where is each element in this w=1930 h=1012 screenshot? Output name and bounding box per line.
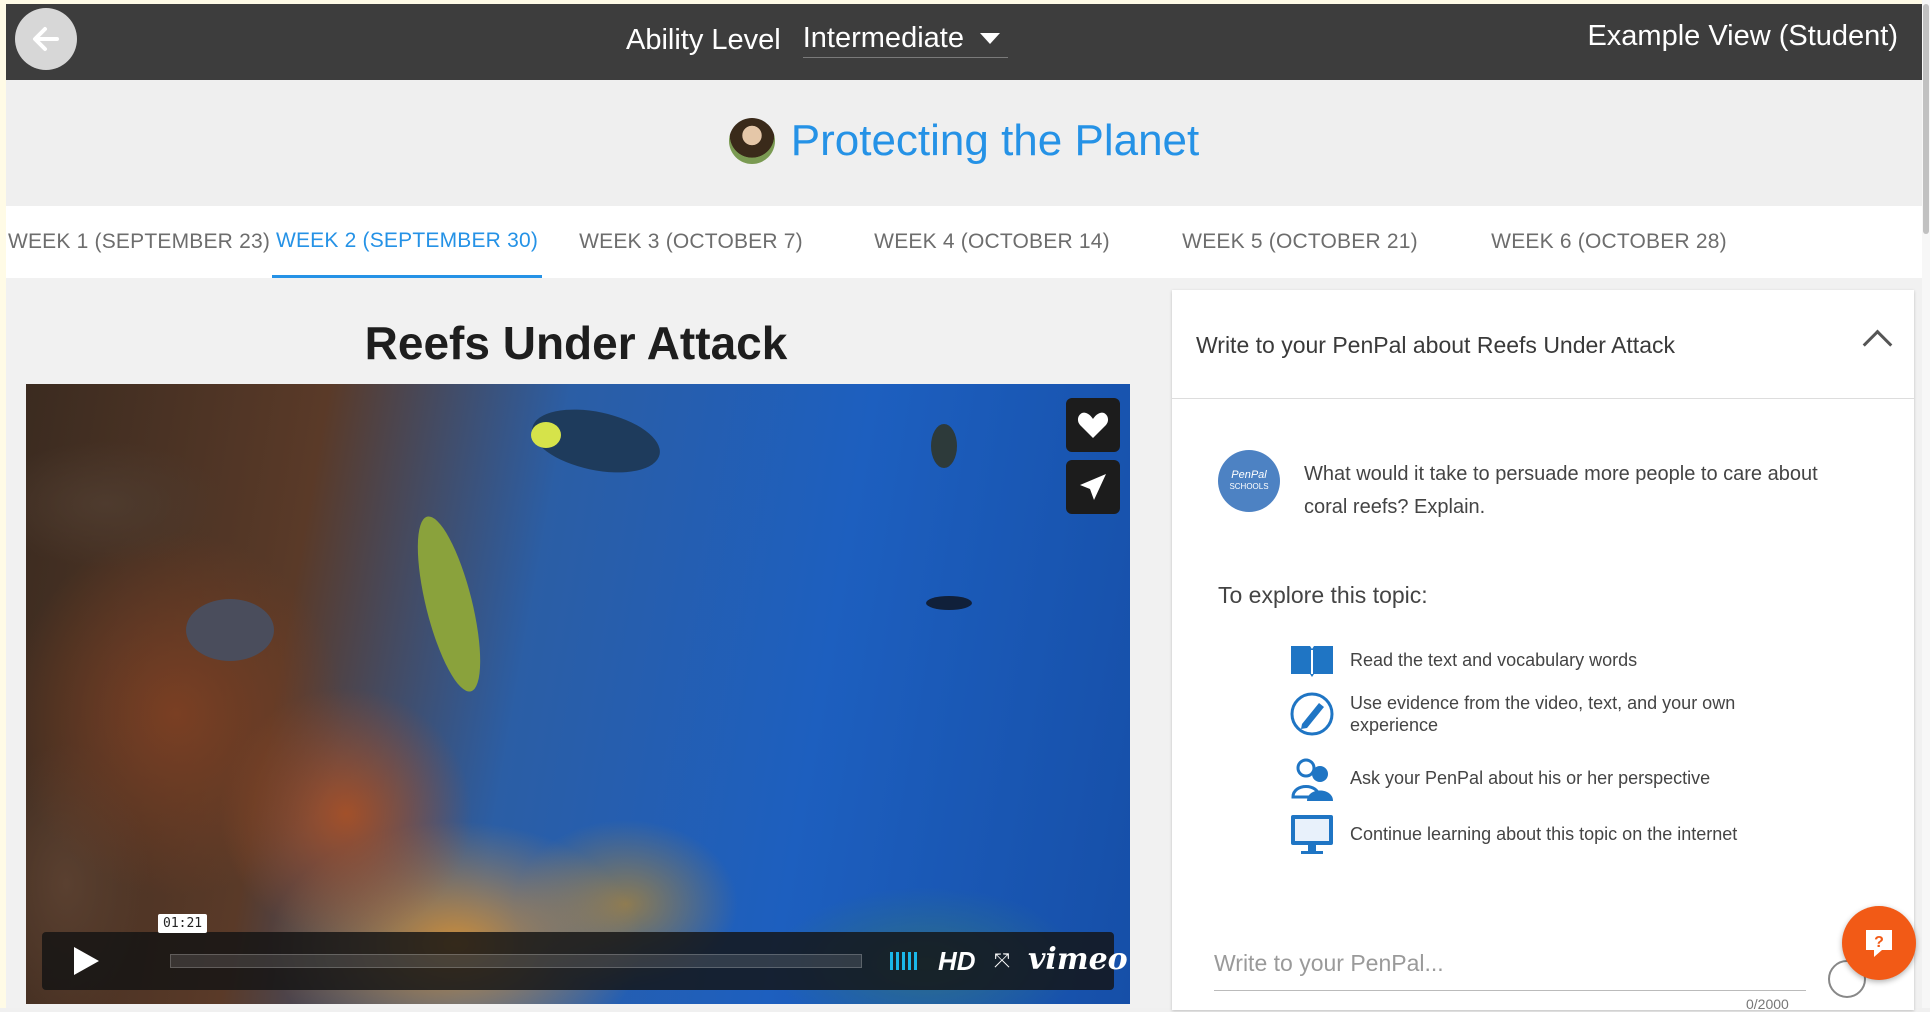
fish xyxy=(931,424,957,468)
book-icon xyxy=(1288,636,1336,684)
step-item: Read the text and vocabulary words xyxy=(1288,636,1790,684)
play-button[interactable] xyxy=(48,936,124,986)
people-icon xyxy=(1288,754,1336,802)
tab-week-6[interactable]: WEEK 6 (OCTOBER 28) xyxy=(1456,206,1762,278)
back-button[interactable] xyxy=(15,8,77,70)
fullscreen-icon[interactable]: ⤧ xyxy=(994,950,1010,973)
ability-level-select[interactable]: Intermediate xyxy=(802,22,1008,58)
penpal-prompt: What would it take to persuade more peop… xyxy=(1304,463,1818,518)
scrollbar[interactable] xyxy=(1922,0,1930,1008)
course-header: Protecting the Planet xyxy=(6,80,1922,206)
like-button[interactable] xyxy=(1066,398,1120,452)
ability-level: Ability Level Intermediate xyxy=(626,22,1008,58)
progress-bar[interactable] xyxy=(170,954,862,968)
share-button[interactable] xyxy=(1066,460,1120,514)
fish xyxy=(926,596,972,610)
volume-bar xyxy=(890,952,893,970)
page: Ability Level Intermediate Example View … xyxy=(0,0,1930,1012)
ability-level-value: Intermediate xyxy=(802,22,964,54)
lesson-title: Reefs Under Attack xyxy=(364,317,788,369)
ability-level-label: Ability Level xyxy=(626,23,781,56)
step-text: Ask your PenPal about his or her perspec… xyxy=(1350,768,1711,788)
step-text: Continue learning about this topic on th… xyxy=(1350,824,1738,844)
tab-week-5[interactable]: WEEK 5 (OCTOBER 21) xyxy=(1144,206,1456,278)
send-icon xyxy=(1080,474,1106,500)
tab-week-4[interactable]: WEEK 4 (OCTOBER 14) xyxy=(840,206,1144,278)
volume-bar xyxy=(896,952,899,970)
hd-button[interactable]: HD xyxy=(938,946,976,977)
help-button[interactable]: ? xyxy=(1842,906,1916,980)
example-view-label: Example View (Student) xyxy=(1587,20,1898,52)
svg-text:?: ? xyxy=(1874,934,1884,951)
penpal-panel-title: Write to your PenPal about Reefs Under A… xyxy=(1196,332,1675,358)
fish-fin xyxy=(531,422,561,448)
tab-week-3[interactable]: WEEK 3 (OCTOBER 7) xyxy=(542,206,840,278)
course-title-row: Protecting the Planet xyxy=(6,116,1922,166)
arrow-left-icon xyxy=(33,27,59,51)
step-text: Read the text and vocabulary words xyxy=(1350,650,1638,670)
volume-bar xyxy=(914,952,917,970)
week-tabs: WEEK 1 (SEPTEMBER 23) WEEK 2 (SEPTEMBER … xyxy=(6,206,1922,279)
time-display: 01:21 xyxy=(158,914,208,933)
tab-week-2[interactable]: WEEK 2 (SEPTEMBER 30) xyxy=(272,206,542,278)
step-item: Use evidence from the video, text, and y… xyxy=(1288,690,1790,738)
caret-down-icon xyxy=(979,33,1000,44)
heart-icon xyxy=(1077,412,1109,438)
pencil-icon xyxy=(1288,690,1336,738)
penpal-logo-line2: SCHOOLS xyxy=(1229,482,1269,491)
step-item: Continue learning about this topic on th… xyxy=(1288,810,1790,858)
help-icon: ? xyxy=(1866,930,1892,957)
fish xyxy=(404,511,494,697)
fish xyxy=(186,599,274,661)
volume-control[interactable] xyxy=(890,952,917,970)
scrollbar-thumb[interactable] xyxy=(1923,4,1929,234)
explore-label: To explore this topic: xyxy=(1218,582,1428,608)
chevron-up-icon[interactable] xyxy=(1862,329,1893,360)
step-item: Ask your PenPal about his or her perspec… xyxy=(1288,754,1790,802)
video-controls: 01:21 HD ⤧ vimeo xyxy=(42,914,1128,990)
volume-bar xyxy=(902,952,905,970)
tab-week-1[interactable]: WEEK 1 (SEPTEMBER 23) xyxy=(6,206,272,278)
volume-bar xyxy=(908,952,911,970)
avatar xyxy=(728,118,775,164)
penpal-panel-header[interactable]: Write to your PenPal about Reefs Under A… xyxy=(1172,290,1914,399)
penpal-message-input[interactable]: Write to your PenPal... xyxy=(1214,950,1806,991)
course-title: Protecting the Planet xyxy=(790,116,1200,165)
character-counter: 0/2000 xyxy=(1746,996,1789,1012)
monitor-icon xyxy=(1288,810,1336,858)
penpal-logo-line1: PenPal xyxy=(1231,469,1267,481)
penpal-panel: Write to your PenPal about Reefs Under A… xyxy=(1172,290,1914,1012)
vimeo-logo[interactable]: vimeo xyxy=(1028,942,1128,977)
play-icon xyxy=(74,947,99,975)
main-content: Reefs Under Attack 01:21 HD ⤧ vimeo Writ… xyxy=(6,278,1922,1012)
penpal-logo: PenPal SCHOOLS xyxy=(1218,450,1280,512)
step-text: Use evidence from the video, text, and y… xyxy=(1350,693,1736,735)
video-player[interactable]: 01:21 HD ⤧ vimeo xyxy=(26,384,1130,1004)
top-bar: Ability Level Intermediate Example View … xyxy=(6,4,1922,80)
